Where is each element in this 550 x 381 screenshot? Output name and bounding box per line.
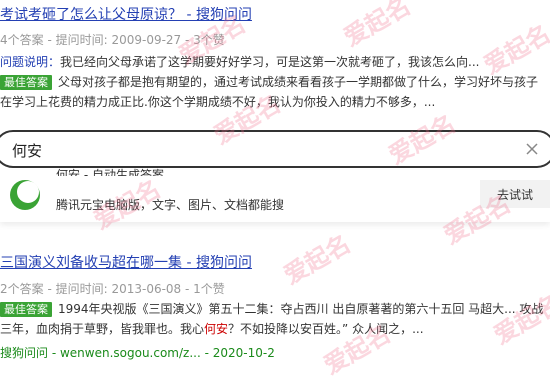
result2-source[interactable]: 搜狗问问 - wenwen.sogou.com/z... - 2020-10-2 [0, 342, 275, 361]
source-name[interactable]: 搜狗问问 [0, 346, 48, 360]
tencent-yuanbao-logo-icon [10, 180, 40, 210]
result1-answer: 最佳答案 父母对孩子都是抱有期望的，通过考试成绩来看看孩子一学期都做了什么，学习好… [0, 72, 548, 112]
watermark: 爱起名 [279, 229, 356, 290]
question-label: 问题说明： [0, 55, 61, 69]
ai-suggestion-panel[interactable]: 何安 - 自动生成答案 腾讯元宝电脑版，文字、图片、文档都能搜 去试试 [0, 168, 550, 222]
suggestion-title: 何安 - 自动生成答案 [56, 168, 164, 176]
answer-text-post: ？不如投降以安百姓。” 众人闻之，... [228, 322, 424, 336]
try-it-button[interactable]: 去试试 [480, 180, 550, 208]
source-url: - wenwen.sogou.com/z... - 2020-10-2 [48, 346, 275, 360]
search-input[interactable] [10, 138, 494, 162]
best-answer-badge: 最佳答案 [0, 302, 52, 317]
result1-question: 问题说明：我已经向父母承诺了这学期要好好学习，可是这第一次就考砸了，我该怎么向.… [0, 52, 548, 72]
result2-title-link[interactable]: 三国演义刘备收马超在哪一集 - 搜狗问问 [0, 252, 252, 272]
result1-meta: 4个答案 - 提问时间: 2009-09-27 - 3个赞 [0, 33, 225, 47]
watermark: 爱起名 [339, 0, 416, 52]
result1-title-link[interactable]: 考试考砸了怎么让父母原谅？ - 搜狗问问 [0, 4, 252, 24]
suggestion-description: 腾讯元宝电脑版，文字、图片、文档都能搜 [56, 198, 285, 212]
answer-text: 父母对孩子都是抱有期望的，通过考试成绩来看看孩子一学期都做了什么，学习好坏与孩子… [0, 75, 539, 109]
search-bar[interactable] [0, 130, 550, 168]
result2-meta: 2个答案 - 提问时间: 2013-06-08 - 1个赞 [0, 282, 225, 296]
question-text: 我已经向父母承诺了这学期要好好学习，可是这第一次就考砸了，我该怎么向... [60, 55, 480, 69]
best-answer-badge: 最佳答案 [0, 75, 52, 90]
result2-answer: 最佳答案 1994年央视版《三国演义》第五十二集：夺占西川 出自原著著的第六十五回… [0, 299, 545, 339]
answer-highlight: 何安 [204, 322, 229, 336]
close-icon[interactable] [524, 141, 540, 157]
